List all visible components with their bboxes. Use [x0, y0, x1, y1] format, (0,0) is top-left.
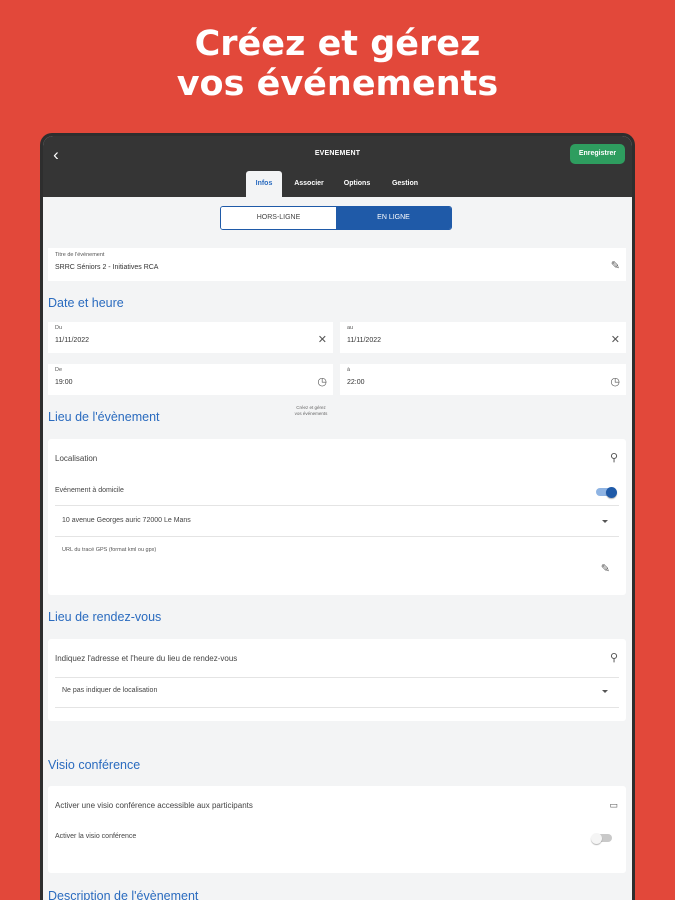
pencil-icon[interactable]: ✎	[611, 260, 620, 272]
toggle-knob	[591, 832, 602, 844]
end-time-value: 22:00	[347, 379, 365, 386]
event-title-value: SRRC Séniors 2 - Initiatives RCA	[55, 264, 159, 271]
divider	[55, 505, 619, 506]
clear-icon[interactable]: ✕	[611, 334, 620, 346]
start-date-field[interactable]: Du 11/11/2022 ✕	[48, 322, 333, 353]
map-pin-icon[interactable]: ⚲	[610, 452, 618, 464]
localisation-label: Localisation	[55, 454, 98, 463]
map-pin-icon[interactable]: ⚲	[610, 652, 618, 664]
visio-toggle-label: Activer la visio conférence	[55, 833, 137, 840]
tab-infos[interactable]: Infos	[246, 171, 282, 197]
end-time-field[interactable]: à 22:00 ◷	[340, 364, 626, 395]
home-event-label: Evénement à domicile	[55, 487, 124, 494]
tab-gestion[interactable]: Gestion	[383, 171, 427, 197]
mode-toggle: HORS-LIGNE EN LIGNE	[220, 206, 452, 230]
end-time-label: à	[347, 367, 351, 373]
start-time-value: 19:00	[55, 379, 73, 386]
clock-icon[interactable]: ◷	[610, 376, 620, 388]
description-section-title: Description de l'évènement	[48, 889, 199, 900]
address-select-value[interactable]: 10 avenue Georges auric 72000 Le Mans	[62, 517, 191, 524]
visio-toggle[interactable]	[591, 832, 612, 844]
start-time-field[interactable]: De 19:00 ◷	[48, 364, 333, 395]
meeting-card: Indiquez l'adresse et l'heure du lieu de…	[48, 639, 626, 721]
event-title-label: Titre de l'événement	[55, 252, 105, 258]
offline-option[interactable]: HORS-LIGNE	[221, 207, 336, 229]
tab-bar: Infos Associer Options Gestion	[43, 171, 632, 197]
end-date-field[interactable]: au 11/11/2022 ✕	[340, 322, 626, 353]
visio-prompt: Activer une visio conférence accessible …	[55, 801, 253, 810]
tablet-frame: ‹ EVENEMENT Enregistrer Infos Associer O…	[40, 133, 635, 900]
start-time-label: De	[55, 367, 63, 373]
end-date-value: 11/11/2022	[347, 337, 381, 344]
app-header: ‹ EVENEMENT Enregistrer Infos Associer O…	[43, 136, 632, 197]
meeting-select-value[interactable]: Ne pas indiquer de localisation	[62, 687, 157, 694]
dropdown-caret-icon[interactable]	[602, 690, 608, 693]
toggle-knob	[606, 486, 617, 498]
divider	[55, 707, 619, 708]
video-camera-icon: ▭	[609, 800, 618, 810]
home-event-toggle[interactable]	[596, 486, 617, 498]
start-date-label: Du	[55, 325, 63, 331]
clock-icon[interactable]: ◷	[317, 376, 327, 388]
tab-options[interactable]: Options	[335, 171, 379, 197]
app-screen: ‹ EVENEMENT Enregistrer Infos Associer O…	[43, 136, 632, 900]
divider	[55, 536, 619, 537]
pencil-icon[interactable]: ✎	[601, 563, 610, 575]
save-button[interactable]: Enregistrer	[570, 144, 625, 164]
promo-headline: Créez et gérez vos événements	[0, 24, 675, 104]
divider	[55, 677, 619, 678]
promo-line-2: vos événements	[176, 64, 499, 104]
meeting-prompt: Indiquez l'adresse et l'heure du lieu de…	[55, 654, 238, 663]
end-date-label: au	[347, 325, 354, 331]
location-section-title: Lieu de l'évènement	[48, 410, 160, 424]
event-title-field[interactable]: Titre de l'événement SRRC Séniors 2 - In…	[48, 248, 626, 281]
date-section-title: Date et heure	[48, 296, 124, 310]
visio-section-title: Visio conférence	[48, 758, 141, 772]
dropdown-caret-icon[interactable]	[602, 520, 608, 523]
online-option[interactable]: EN LIGNE	[336, 207, 451, 229]
tab-associer[interactable]: Associer	[287, 171, 331, 197]
overlay-note: Créez et gérez vos événements	[281, 405, 341, 417]
promo-line-1: Créez et gérez	[194, 24, 481, 64]
gps-url-label: URL du tracé GPS (format kml ou gpx)	[62, 547, 157, 553]
location-card: Localisation ⚲ Evénement à domicile 10 a…	[48, 439, 626, 595]
overlay-note-line-2: vos événements	[294, 411, 328, 416]
meeting-section-title: Lieu de rendez-vous	[48, 610, 162, 624]
clear-icon[interactable]: ✕	[318, 334, 327, 346]
visio-card: Activer une visio conférence accessible …	[48, 786, 626, 873]
page-title: EVENEMENT	[314, 150, 361, 157]
start-date-value: 11/11/2022	[55, 337, 89, 344]
